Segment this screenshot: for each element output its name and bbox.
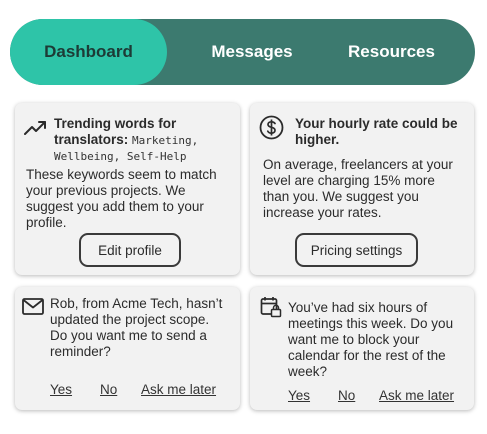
no-link[interactable]: No — [100, 382, 117, 397]
ask-me-later-link[interactable]: Ask me later — [379, 388, 454, 403]
card-body: On average, freelancers at your level ar… — [263, 157, 453, 220]
ask-me-later-link[interactable]: Ask me later — [141, 382, 216, 397]
card-title: Your hourly rate could be higher. — [295, 116, 458, 147]
calendar-lock-icon — [260, 296, 282, 318]
card-body: You’ve had six hours of meetings this we… — [288, 300, 454, 379]
yes-link[interactable]: Yes — [50, 382, 72, 397]
keywords: Marketing, — [132, 134, 199, 147]
main-nav: Dashboard Messages Resources — [10, 19, 475, 85]
card-body: These keywords seem to match your previo… — [26, 167, 217, 230]
trending-words-card: Trending words for translators: Marketin… — [15, 103, 240, 275]
pricing-settings-button[interactable]: Pricing settings — [295, 233, 418, 267]
dollar-circle-icon — [259, 115, 284, 140]
tab-dashboard[interactable]: Dashboard — [10, 19, 167, 85]
card-title: Trending words for translators: Marketin… — [54, 116, 199, 147]
project-scope-card: Rob, from Acme Tech, hasn’t updated the … — [15, 287, 240, 410]
tab-resources[interactable]: Resources — [325, 19, 458, 85]
tab-messages[interactable]: Messages — [177, 19, 327, 85]
yes-link[interactable]: Yes — [288, 388, 310, 403]
keywords-continued: Wellbeing, Self-Help — [54, 150, 187, 163]
no-link[interactable]: No — [338, 388, 355, 403]
edit-profile-button[interactable]: Edit profile — [79, 233, 181, 267]
card-body: Rob, from Acme Tech, hasn’t updated the … — [50, 296, 223, 359]
meetings-card: You’ve had six hours of meetings this we… — [250, 287, 474, 410]
trending-up-icon — [24, 118, 48, 136]
hourly-rate-card: Your hourly rate could be higher. On ave… — [250, 103, 474, 275]
mail-icon — [22, 298, 44, 315]
